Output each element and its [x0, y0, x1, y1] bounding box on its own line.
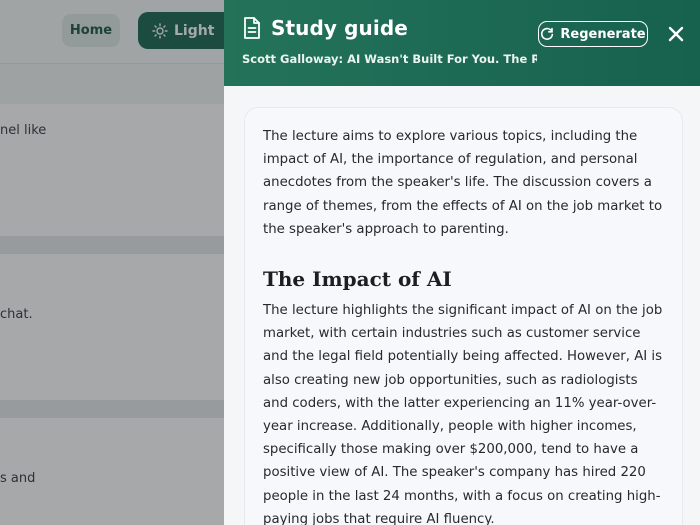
- study-guide-drawer: Study guide Scott Galloway: AI Wasn't Bu…: [224, 0, 700, 525]
- drawer-header: Study guide Scott Galloway: AI Wasn't Bu…: [224, 0, 700, 86]
- close-icon: [668, 26, 684, 42]
- close-button[interactable]: [665, 23, 687, 45]
- intro-paragraph: The lecture aims to explore various topi…: [263, 129, 663, 237]
- section-heading: The Impact of AI: [263, 267, 452, 292]
- section-paragraph: The lecture highlights the significant i…: [263, 303, 663, 525]
- study-guide-content: The lecture aims to explore various topi…: [244, 107, 683, 525]
- regenerate-button[interactable]: Regenerate: [538, 21, 648, 47]
- document-icon: [244, 17, 260, 39]
- drawer-subtitle: Scott Galloway: AI Wasn't Built For You.…: [242, 52, 537, 66]
- drawer-title: Study guide: [271, 16, 408, 40]
- refresh-icon: [541, 27, 554, 40]
- regenerate-label: Regenerate: [560, 26, 646, 42]
